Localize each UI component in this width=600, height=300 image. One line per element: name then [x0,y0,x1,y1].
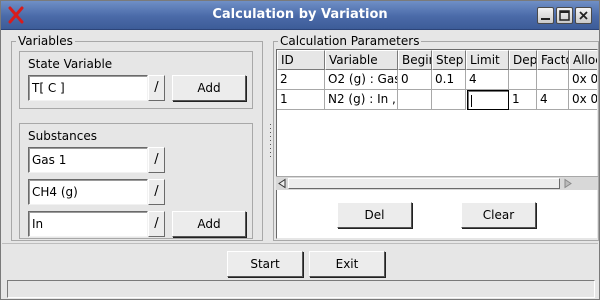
clear-table-button[interactable]: Clear [461,202,536,228]
splitter-grip-icon[interactable] [269,123,272,159]
table-cell-id[interactable]: 2 [277,70,325,90]
table-cell-variable[interactable]: N2 (g) : In , () [325,90,398,110]
start-button[interactable]: Start [227,251,303,277]
state-variable-label: State Variable [28,57,113,71]
substance-picker-button-2[interactable]: / [148,179,165,205]
substances-label: Substances [28,129,97,143]
substance-field-3[interactable]: In [28,211,148,237]
column-header-variable[interactable]: Variable [325,50,398,70]
parameters-table[interactable]: ID Variable Begin Step Limit Dep Facto A… [276,49,598,239]
table-cell-facto[interactable]: 4 [537,90,569,110]
table-row[interactable]: 2 O2 (g) : Gas 0 0.1 4 0x 0 [277,70,597,90]
status-bar [7,280,595,298]
column-header-step[interactable]: Step [432,50,466,70]
variables-group-title: Variables [16,34,75,48]
column-header-begin[interactable]: Begin [398,50,432,70]
table-cell-begin[interactable] [398,90,432,110]
column-header-limit[interactable]: Limit [466,50,509,70]
column-header-alloc[interactable]: Alloc [569,50,597,70]
table-cell-facto[interactable] [537,70,569,90]
substance-picker-button-1[interactable]: / [148,147,165,173]
state-variable-input[interactable]: T[ C ] [28,75,148,101]
substance-picker-button-3[interactable]: / [148,211,165,237]
state-variable-picker-button[interactable]: / [148,75,165,101]
table-cell-alloc[interactable]: 0x 0 [569,70,597,90]
table-cell-step[interactable]: 0.1 [432,70,466,90]
table-row[interactable]: 1 N2 (g) : In , () 1 4 0x 0 [277,90,597,110]
column-header-facto[interactable]: Facto [537,50,569,70]
maximize-button[interactable] [556,7,573,24]
add-substance-button[interactable]: Add [172,211,246,237]
scroll-right-arrow-icon[interactable] [562,178,574,189]
title-bar[interactable]: Calculation by Variation [1,1,599,30]
add-state-variable-button[interactable]: Add [172,75,246,101]
table-header: ID Variable Begin Step Limit Dep Facto A… [277,50,597,70]
substance-field-2[interactable]: CH4 (g) [28,179,148,205]
table-cell-begin[interactable]: 0 [398,70,432,90]
table-cell-limit-editor[interactable] [467,90,509,110]
exit-button[interactable]: Exit [309,251,385,277]
scroll-left-arrow-icon[interactable] [276,178,288,189]
column-header-dep[interactable]: Dep [509,50,537,70]
scrollbar-thumb[interactable] [288,178,560,189]
text-caret [471,94,472,107]
calculation-window: Calculation by Variation Variables State… [0,0,600,300]
close-button[interactable] [575,7,592,24]
window-title: Calculation by Variation [212,7,388,22]
table-cell-alloc[interactable]: 0x 0 [569,90,597,110]
table-cell-dep[interactable] [509,70,537,90]
substance-field-1[interactable]: Gas 1 [28,147,148,173]
column-header-id[interactable]: ID [277,50,325,70]
table-cell-variable[interactable]: O2 (g) : Gas [325,70,398,90]
table-cell-dep[interactable]: 1 [509,90,537,110]
table-cell-limit[interactable]: 4 [466,70,509,90]
minimize-button[interactable] [537,7,554,24]
delete-row-button[interactable]: Del [337,202,412,228]
table-horizontal-scrollbar[interactable] [276,176,598,190]
table-cell-step[interactable] [432,90,466,110]
calculation-parameters-title: Calculation Parameters [278,34,422,48]
footer-divider [2,243,598,244]
table-cell-id[interactable]: 1 [277,90,325,110]
